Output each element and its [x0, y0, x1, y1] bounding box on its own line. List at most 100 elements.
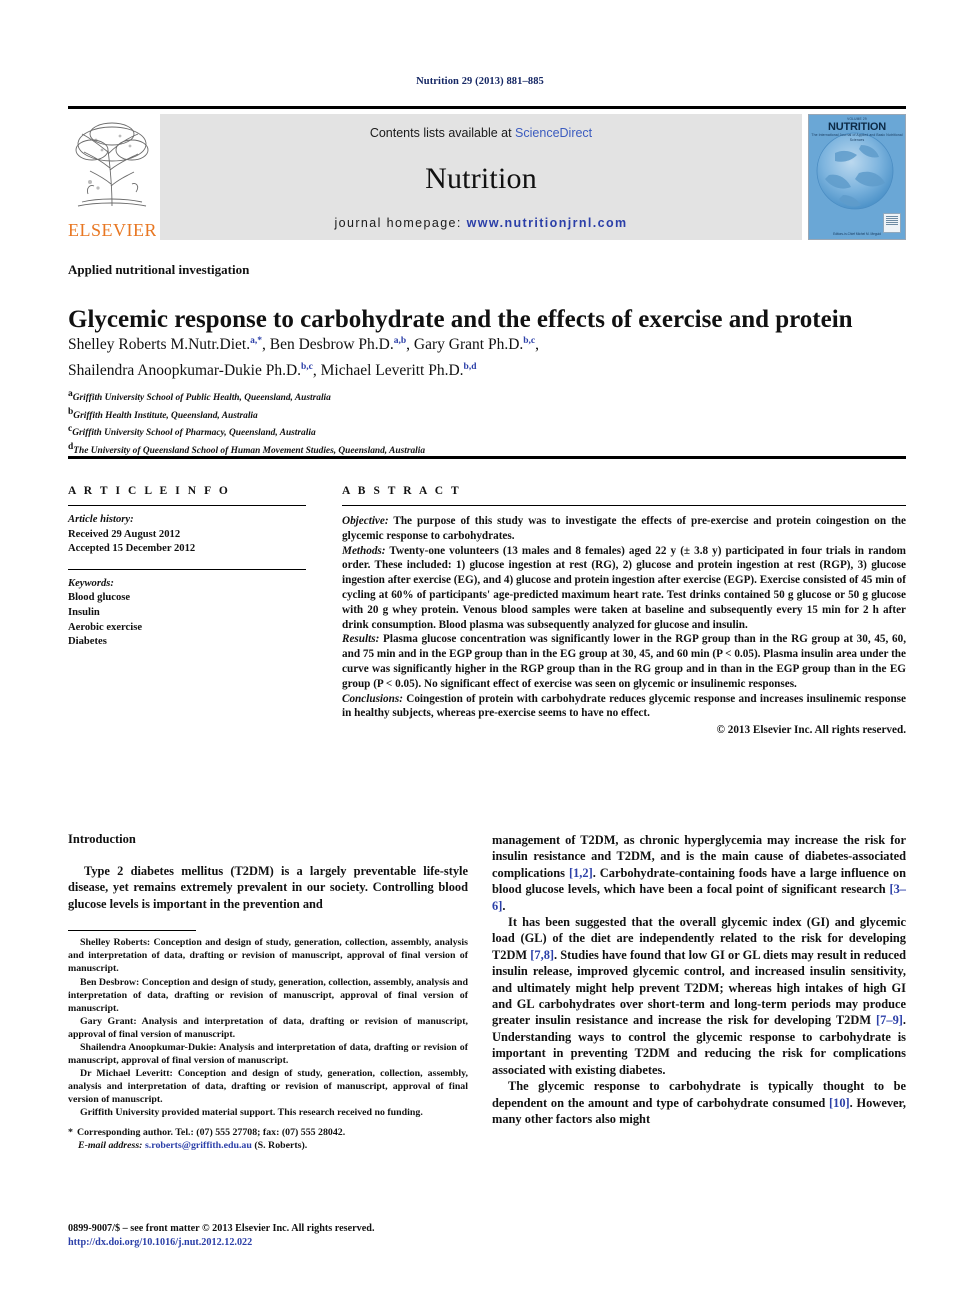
- author-entry: Shelley Roberts M.Nutr.Diet.a,*,: [68, 336, 270, 353]
- issn-front-matter: 0899-9007/$ – see front matter © 2013 El…: [68, 1223, 375, 1234]
- contents-box: Contents lists available at ScienceDirec…: [160, 114, 802, 240]
- article-history-block: Article history: Received 29 August 2012…: [68, 513, 306, 557]
- author-name: Shailendra Anoopkumar-Dukie Ph.D.: [68, 362, 302, 380]
- corresponding-author-text: Corresponding author. Tel.: (07) 555 277…: [76, 1126, 346, 1138]
- author-name: Michael Leveritt Ph.D.: [320, 362, 464, 380]
- abstract-methods-text: Twenty-one volunteers (13 males and 8 fe…: [342, 544, 906, 631]
- author-affil-marker[interactable]: b,d: [464, 362, 477, 372]
- cover-subtitle: The International Journal of Applied and…: [811, 133, 903, 142]
- affiliation-text: The University of Queensland School of H…: [73, 445, 426, 456]
- corresponding-author-note: * Corresponding author. Tel.: (07) 555 27…: [68, 1126, 468, 1152]
- cover-elsevier-mark: [883, 213, 901, 233]
- page-footer: 0899-9007/$ – see front matter © 2013 El…: [68, 1222, 488, 1250]
- email-label: E-mail address:: [78, 1139, 143, 1151]
- introduction-heading: Introduction: [68, 832, 136, 846]
- body-column-right: management of T2DM, as chronic hyperglyc…: [492, 832, 906, 1127]
- homepage-prefix: journal homepage:: [334, 216, 467, 230]
- abstract-conclusions: Conclusions: Coingestion of protein with…: [342, 692, 906, 722]
- author-entry: Michael Leveritt Ph.D.b,d: [321, 362, 477, 379]
- author-entry: Shailendra Anoopkumar-Dukie Ph.D.b,c,: [68, 362, 321, 379]
- author-affil-marker[interactable]: b,c: [301, 362, 313, 372]
- author-sep: ,: [406, 336, 414, 354]
- affiliation-item: cGriffith University School of Pharmacy,…: [68, 423, 908, 441]
- author-affil-marker[interactable]: a,*: [250, 336, 262, 346]
- abstract-results: Results: Plasma glucose concentration wa…: [342, 632, 906, 691]
- contribution-note: Ben Desbrow: Conception and design of st…: [68, 976, 469, 1014]
- citation-ref[interactable]: [7–9]: [876, 1013, 903, 1027]
- article-info-rule: [68, 505, 306, 506]
- contents-prefix: Contents lists available at: [369, 126, 516, 140]
- introduction-paragraph: It has been suggested that the overall g…: [492, 914, 906, 1078]
- article-history-label: Article history:: [68, 514, 134, 525]
- journal-masthead: ELSEVIER Contents lists available at Sci…: [68, 106, 906, 240]
- doi-link[interactable]: http://dx.doi.org/10.1016/j.nut.2012.12.…: [68, 1236, 488, 1250]
- introduction-paragraph: The glycemic response to carbohydrate is…: [492, 1078, 906, 1127]
- keyword-item: Blood glucose: [68, 592, 131, 604]
- abstract-column: A B S T R A C T Objective: The purpose o…: [342, 485, 906, 738]
- intro-text-b: . Studies have found that low GI or GL d…: [492, 947, 906, 1028]
- abstract-objective-label: Objective:: [342, 515, 389, 527]
- running-head: Nutrition 29 (2013) 881–885: [416, 76, 544, 87]
- abstract-objective-text: The purpose of this study was to investi…: [342, 515, 906, 542]
- author-name: Ben Desbrow Ph.D.: [269, 336, 394, 354]
- email-link[interactable]: s.roberts@griffith.edu.au: [145, 1140, 252, 1151]
- journal-homepage-link[interactable]: www.nutritionjrnl.com: [467, 216, 628, 230]
- abstract-conclusions-text: Coingestion of protein with carbohydrate…: [342, 692, 906, 720]
- abstract-body: Objective: The purpose of this study was…: [342, 514, 906, 738]
- article-section-type: Applied nutritional investigation: [68, 262, 250, 277]
- keywords-block: Keywords: Blood glucose Insulin Aerobic …: [68, 577, 306, 650]
- abstract-band-rule: [68, 456, 906, 459]
- affiliation-text: Griffith University School of Pharmacy, …: [72, 428, 316, 439]
- affiliation-list: aGriffith University School of Public He…: [68, 388, 908, 458]
- article-accepted-date: Accepted 15 December 2012: [68, 543, 196, 555]
- author-name: Gary Grant Ph.D.: [413, 336, 524, 354]
- footnote-separator: [68, 930, 196, 932]
- author-sep: ,: [535, 336, 540, 354]
- contribution-note: Gary Grant: Analysis and interpretation …: [68, 1015, 468, 1040]
- article-info-column: A R T I C L E I N F O Article history: R…: [68, 485, 306, 650]
- article-page: Nutrition 29 (2013) 881–885 ELSEVIER Con…: [0, 0, 960, 1290]
- author-affil-marker[interactable]: b,c: [523, 336, 535, 346]
- citation-ref[interactable]: [1,2]: [569, 866, 593, 880]
- contribution-note: Shailendra Anoopkumar-Dukie: Analysis an…: [68, 1041, 468, 1067]
- corresponding-author-marker: *: [68, 1126, 73, 1138]
- abstract-results-text: Plasma glucose concentration was signifi…: [342, 633, 906, 690]
- author-name: Shelley Roberts M.Nutr.Diet.: [68, 336, 251, 354]
- body-column-left: Introduction Type 2 diabetes mellitus (T…: [68, 832, 468, 1152]
- abstract-objective: Objective: The purpose of this study was…: [342, 514, 906, 544]
- abstract-copyright: © 2013 Elsevier Inc. All rights reserved…: [716, 724, 906, 737]
- keyword-item: Aerobic exercise: [68, 621, 143, 633]
- journal-title: Nutrition: [425, 162, 537, 195]
- introduction-paragraph-cont: management of T2DM, as chronic hyperglyc…: [492, 832, 906, 914]
- article-info-heading: A R T I C L E I N F O: [68, 485, 231, 497]
- affiliation-item: bGriffith Health Institute, Queensland, …: [68, 406, 908, 424]
- funding-note: Griffith University provided material su…: [80, 1107, 423, 1119]
- affiliation-item: aGriffith University School of Public He…: [68, 388, 908, 406]
- abstract-methods: Methods: Twenty-one volunteers (13 males…: [342, 544, 906, 633]
- citation-ref[interactable]: [10]: [829, 1096, 850, 1110]
- sciencedirect-link[interactable]: ScienceDirect: [515, 126, 592, 140]
- author-sep: ,: [312, 362, 321, 380]
- keywords-rule: [68, 568, 306, 570]
- abstract-methods-label: Methods:: [342, 544, 386, 557]
- abstract-conclusions-label: Conclusions:: [342, 692, 403, 705]
- abstract-results-label: Results:: [342, 633, 380, 646]
- keyword-item: Insulin: [68, 606, 100, 618]
- author-affil-marker[interactable]: a,b: [394, 336, 406, 346]
- journal-cover-thumbnail[interactable]: VOLUME 29 NUTRITION The International Jo…: [808, 114, 906, 240]
- abstract-rule: [342, 505, 906, 506]
- introduction-paragraph: Type 2 diabetes mellitus (T2DM) is a lar…: [68, 864, 468, 911]
- intro-text-c: .: [502, 898, 506, 913]
- author-list: Shelley Roberts M.Nutr.Diet.a,*, Ben Des…: [68, 330, 908, 382]
- affiliation-text: Griffith University School of Public Hea…: [72, 393, 331, 404]
- article-received-date: Received 29 August 2012: [68, 528, 181, 540]
- cover-title: NUTRITION: [827, 121, 887, 133]
- author-entry: Gary Grant Ph.D.b,c,: [414, 336, 539, 353]
- affiliation-text: Griffith Health Institute, Queensland, A…: [73, 410, 258, 421]
- elsevier-wordmark: ELSEVIER: [68, 220, 156, 240]
- keyword-item: Diabetes: [68, 636, 107, 648]
- email-owner: (S. Roberts).: [251, 1139, 308, 1151]
- contribution-note: Dr Michael Leveritt: Conception and desi…: [68, 1068, 468, 1106]
- citation-ref[interactable]: [7,8]: [530, 948, 554, 962]
- journal-homepage-line: journal homepage: www.nutritionjrnl.com: [160, 216, 802, 230]
